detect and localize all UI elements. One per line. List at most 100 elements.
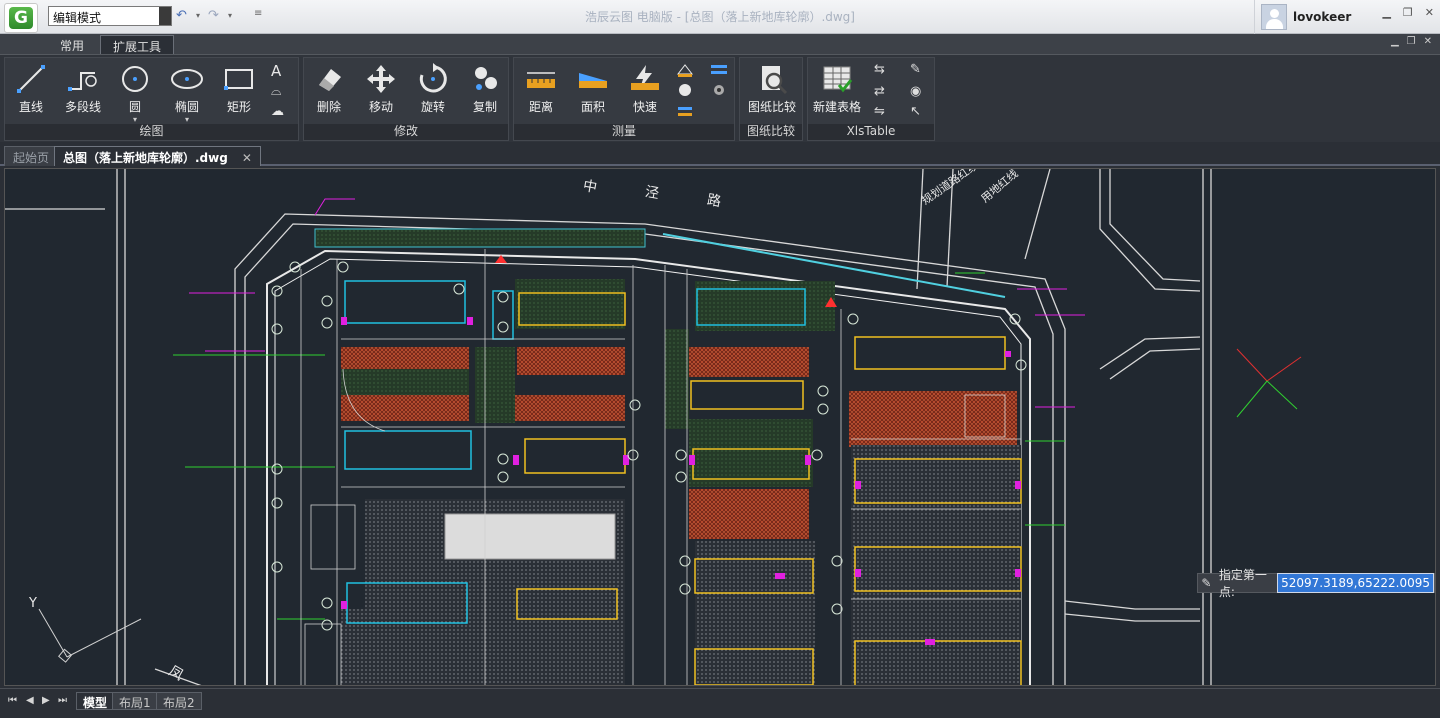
- minimize-icon[interactable]: ▁: [1382, 6, 1390, 19]
- new-table-label: 新建表格: [812, 100, 861, 114]
- group-draw-label: 绘图: [5, 124, 298, 140]
- layout-bar: ⏮ ◀ ▶ ⏭ 模型 布局1 布局2: [0, 688, 1440, 718]
- delete-button[interactable]: 删除: [304, 62, 354, 115]
- copy-button[interactable]: 复制: [460, 62, 510, 115]
- table-import-icon[interactable]: ⇆: [874, 62, 892, 78]
- group-draw: 直线 多段线 圆 ▾ 椭圆 ▾ 矩形 A ⌓ ☁ 绘图: [4, 57, 299, 141]
- circle-label: 圆: [128, 100, 141, 114]
- drawing-compare-label: 图纸比较: [747, 100, 796, 114]
- title-bar: G 编辑模式 ↶ ▾ ↷ ▾ ≡ 浩辰云图 电脑版 - [总图（落上新地库轮廓）…: [0, 0, 1440, 34]
- compare-icon: [762, 66, 788, 95]
- copy-label: 复制: [472, 100, 497, 114]
- tab-close-icon[interactable]: ✕: [242, 151, 252, 165]
- area-icon: [579, 73, 607, 88]
- first-layout-icon[interactable]: ⏮: [8, 695, 17, 706]
- doc-restore-icon[interactable]: ❐: [1407, 36, 1416, 47]
- layout-tab-2[interactable]: 布局2: [156, 692, 202, 710]
- rectangle-button[interactable]: 矩形: [214, 62, 264, 115]
- quick-measure-button[interactable]: 快速: [620, 62, 670, 115]
- group-modify-label: 修改: [304, 124, 508, 140]
- polyline-label: 多段线: [64, 100, 101, 114]
- group-modify: 删除 移动 旋转 复制 修改: [303, 57, 509, 141]
- line-icon: [17, 65, 45, 93]
- polyline-button[interactable]: 多段线: [58, 62, 108, 115]
- cad-drawing: 中 泾 路 规划道路红线 用地红线 Y 凤: [5, 169, 1302, 685]
- tab-drawing-label: 总图（落上新地库轮廓）.dwg: [63, 151, 228, 165]
- road-label-2: 用地红线: [978, 169, 1021, 205]
- measure-list-icon[interactable]: [676, 104, 694, 120]
- rotate-icon: [419, 63, 447, 93]
- road-char-1: 中: [582, 178, 599, 196]
- circle-button[interactable]: 圆 ▾: [110, 62, 160, 124]
- ellipse-button[interactable]: 椭圆 ▾: [162, 62, 212, 124]
- tab-extend-tools[interactable]: 扩展工具: [100, 35, 175, 54]
- polyline-icon: [68, 72, 97, 91]
- ruler-icon: [527, 72, 555, 88]
- road-char-3: 路: [706, 192, 723, 210]
- rotate-label: 旋转: [420, 100, 445, 114]
- delete-label: 删除: [316, 100, 341, 114]
- line-label: 直线: [18, 100, 43, 114]
- road-label-1: 规划道路红线: [919, 169, 981, 207]
- distance-label: 距离: [528, 100, 553, 114]
- group-xlstable-label: XlsTable: [808, 124, 934, 140]
- pen-icon: ✎: [1201, 576, 1212, 590]
- area-button[interactable]: 面积: [568, 62, 618, 115]
- close-icon[interactable]: ✕: [1425, 6, 1434, 19]
- circle-dropdown-icon[interactable]: ▾: [110, 115, 160, 124]
- drawing-compare-button[interactable]: 图纸比较: [747, 62, 797, 115]
- tab-start-page[interactable]: 起始页: [4, 146, 59, 166]
- revcloud-icon[interactable]: ☁: [271, 104, 289, 120]
- move-button[interactable]: 移动: [356, 62, 406, 115]
- ellipse-dropdown-icon[interactable]: ▾: [162, 115, 212, 124]
- rectangle-label: 矩形: [226, 100, 251, 114]
- ribbon-panel: 直线 多段线 圆 ▾ 椭圆 ▾ 矩形 A ⌓ ☁ 绘图 删除 移动 旋转 复制 …: [0, 54, 1440, 142]
- tab-drawing[interactable]: 总图（落上新地库轮廓）.dwg ✕: [54, 146, 261, 166]
- lightning-icon: [631, 65, 659, 90]
- user-account[interactable]: lovokeer: [1254, 0, 1376, 34]
- command-prompt: 指定第一点:: [1218, 568, 1267, 599]
- group-xlstable: 新建表格 ⇆ ⇄ ⇋ ✎ ◉ ↖ XlsTable: [807, 57, 935, 141]
- move-label: 移动: [368, 100, 393, 114]
- table-select-icon[interactable]: ↖: [910, 104, 928, 120]
- doc-minimize-icon[interactable]: ▁: [1391, 36, 1399, 47]
- cloud-icon[interactable]: ⌓: [271, 84, 289, 100]
- group-compare: 图纸比较 图纸比较: [739, 57, 803, 141]
- group-measure-label: 测量: [514, 124, 734, 140]
- window-title: 浩辰云图 电脑版 - [总图（落上新地库轮廓）.dwg]: [584, 10, 855, 24]
- measure-settings-icon[interactable]: [710, 82, 728, 98]
- tab-common[interactable]: 常用: [48, 35, 96, 54]
- ribbon-tab-row: 常用 扩展工具: [0, 34, 1440, 54]
- group-measure: 距离 面积 快速 测量: [513, 57, 735, 141]
- measure-angle-icon[interactable]: [676, 62, 694, 78]
- rotate-button[interactable]: 旋转: [408, 62, 458, 115]
- username: lovokeer: [1293, 10, 1352, 24]
- doc-close-icon[interactable]: ✕: [1424, 36, 1432, 47]
- new-table-button[interactable]: 新建表格: [812, 62, 862, 115]
- text-icon[interactable]: A: [271, 62, 289, 80]
- measure-coord-icon[interactable]: [710, 62, 728, 78]
- line-button[interactable]: 直线: [6, 62, 56, 115]
- document-tabs: 起始页 总图（落上新地库轮廓）.dwg ✕: [0, 142, 1440, 166]
- distance-button[interactable]: 距离: [516, 62, 566, 115]
- command-input[interactable]: ✎ 指定第一点: 52097.3189,65222.0095: [1197, 568, 1435, 599]
- last-layout-icon[interactable]: ⏭: [58, 695, 67, 706]
- avatar: [1261, 4, 1287, 30]
- measure-radius-icon[interactable]: [676, 82, 694, 98]
- road-char-2: 泾: [644, 184, 661, 202]
- corner-char: 凤: [166, 663, 186, 684]
- next-layout-icon[interactable]: ▶: [42, 695, 50, 706]
- layout-tab-1[interactable]: 布局1: [112, 692, 158, 710]
- table-export-icon[interactable]: ⇄: [874, 84, 892, 100]
- table-view-icon[interactable]: ◉: [910, 84, 928, 100]
- table-edit-icon[interactable]: ✎: [910, 62, 928, 78]
- move-icon: [367, 65, 395, 93]
- prev-layout-icon[interactable]: ◀: [26, 695, 34, 706]
- ellipse-icon: [171, 69, 203, 89]
- maximize-icon[interactable]: ❐: [1403, 6, 1413, 19]
- coordinate-input[interactable]: 52097.3189,65222.0095: [1277, 573, 1434, 593]
- drawing-canvas[interactable]: 中 泾 路 规划道路红线 用地红线 Y 凤 ✎ 指定第一点: 52097.318…: [4, 168, 1436, 686]
- layout-tab-model[interactable]: 模型: [76, 692, 115, 710]
- eraser-icon: [319, 69, 341, 91]
- table-link-icon[interactable]: ⇋: [874, 104, 892, 120]
